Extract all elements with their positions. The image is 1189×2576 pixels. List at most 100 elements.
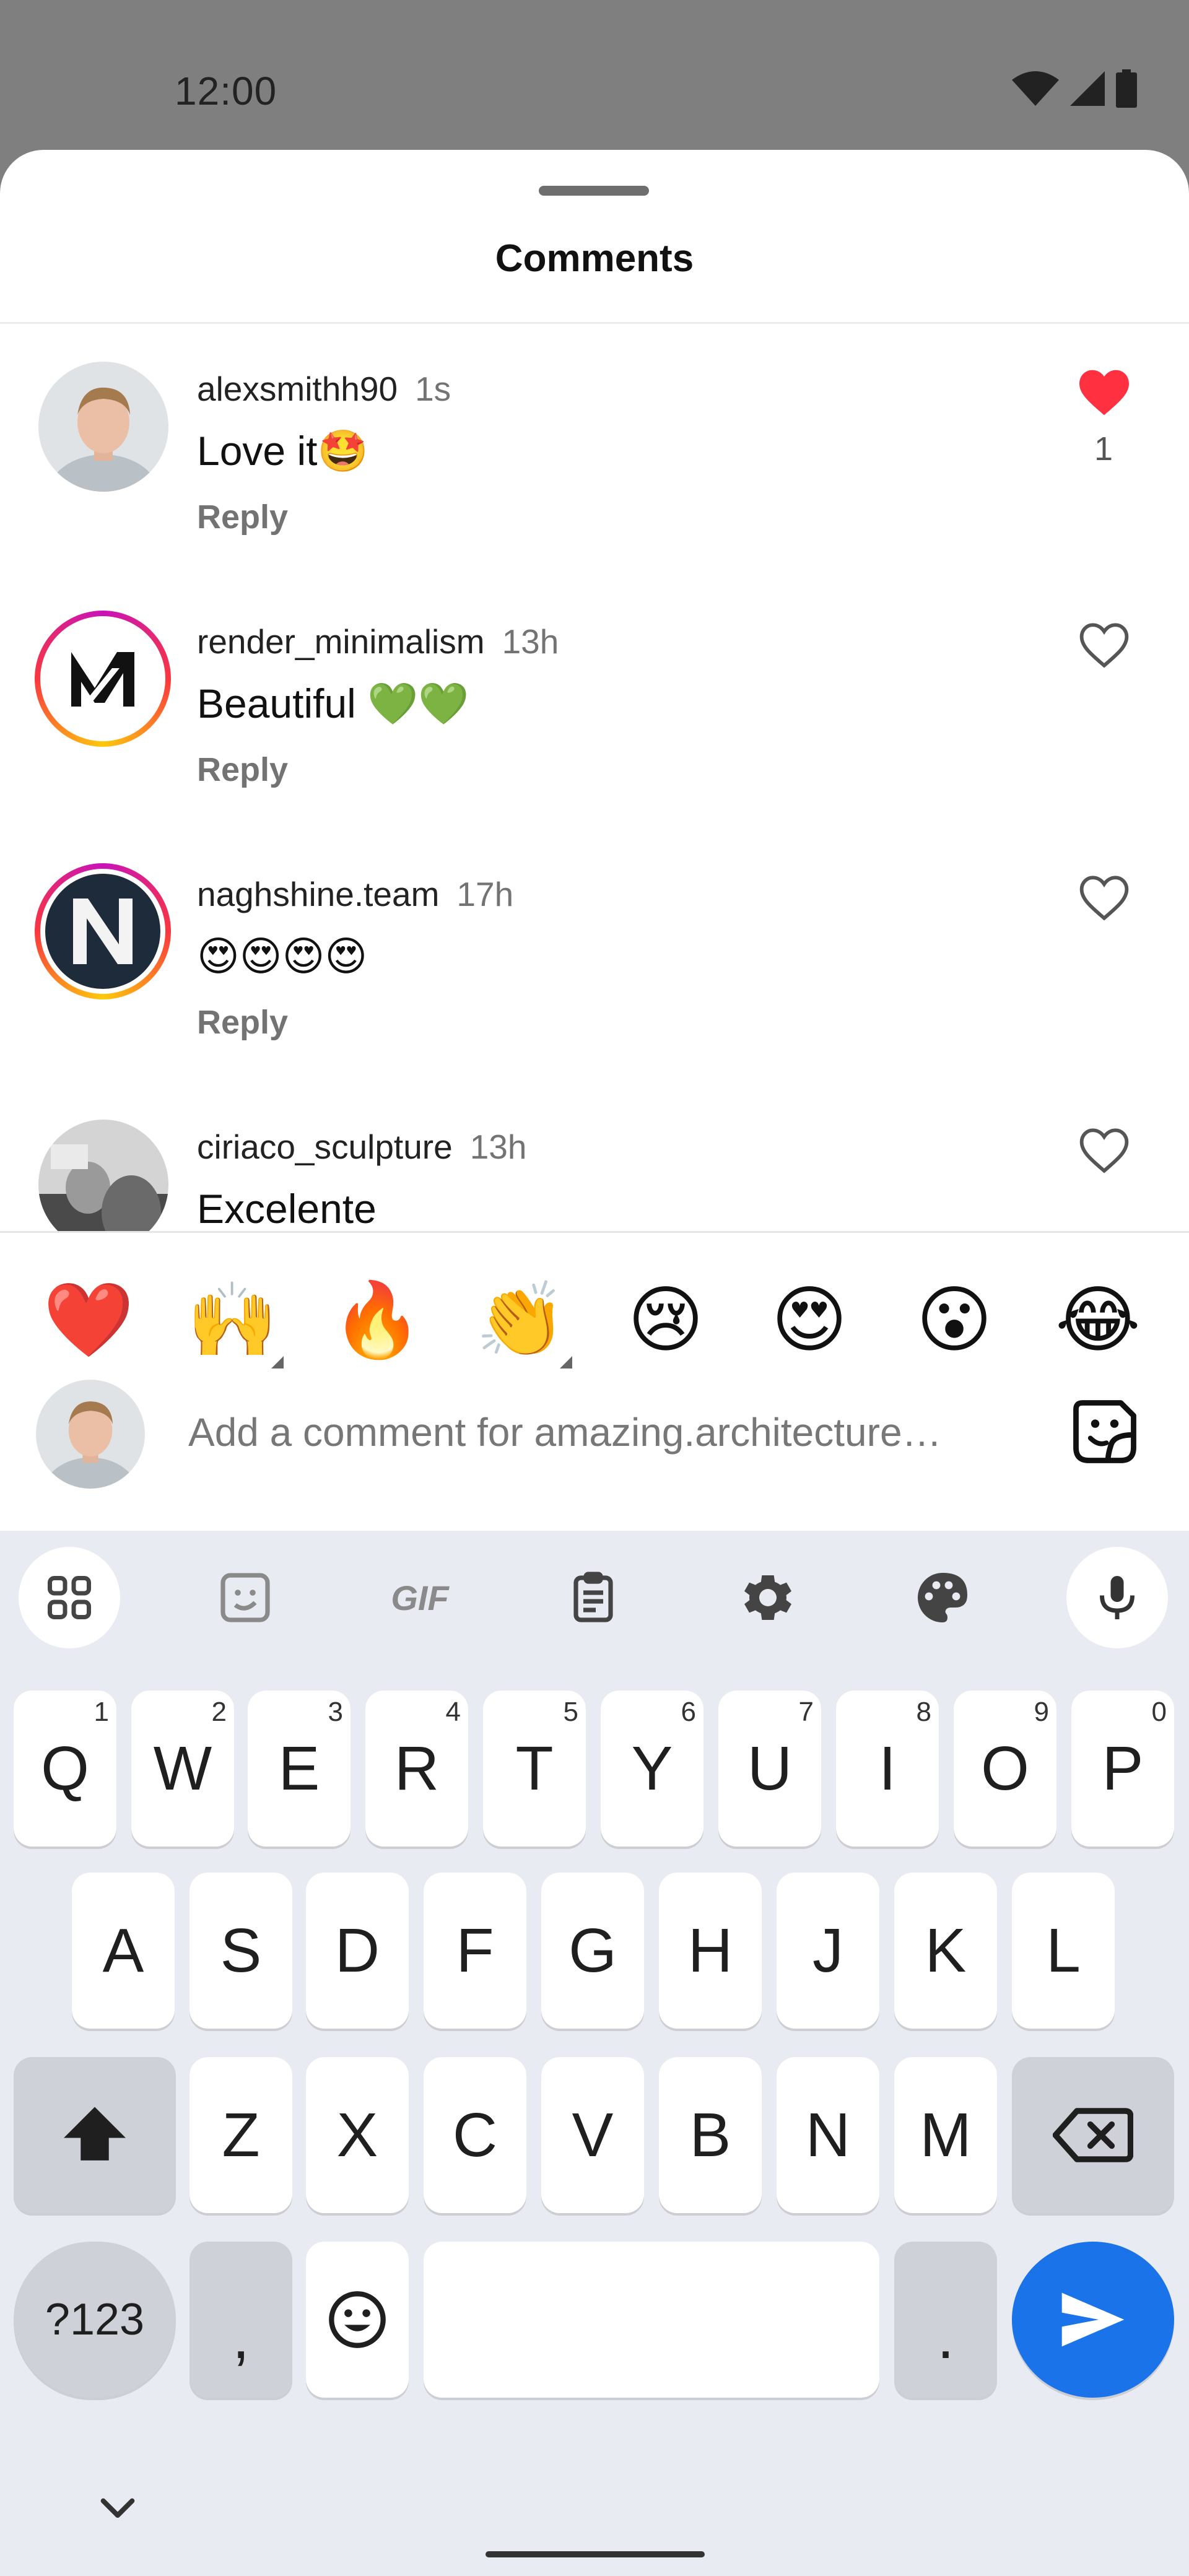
comma-key[interactable]: ,: [189, 2242, 292, 2398]
comment-item: render_minimalism 13h Beautiful 💚💚 Reply: [0, 577, 1189, 830]
reaction-laughing[interactable]: 😂: [1052, 1273, 1144, 1366]
settings-gear-icon[interactable]: [717, 1547, 819, 1648]
comment-text: Excelente: [197, 1186, 377, 1232]
comment-username[interactable]: alexsmithh90 1s: [197, 369, 451, 409]
heart-outline-icon[interactable]: [1076, 873, 1132, 923]
avatar[interactable]: [38, 362, 168, 492]
apps-grid-icon[interactable]: [19, 1547, 120, 1648]
reaction-surprised[interactable]: 😮: [908, 1273, 1001, 1366]
clipboard-icon[interactable]: [542, 1547, 644, 1648]
key-z[interactable]: Z: [189, 2057, 292, 2213]
battery-icon: [1116, 69, 1137, 108]
key-g[interactable]: G: [541, 1873, 644, 2029]
sticker-icon[interactable]: [194, 1547, 296, 1648]
shift-arrow-icon: [64, 2107, 126, 2160]
avatar[interactable]: [38, 1120, 168, 1232]
key-t[interactable]: T5: [483, 1690, 586, 1847]
space-key[interactable]: [424, 2242, 879, 2398]
key-j[interactable]: J: [777, 1873, 879, 2029]
shift-key[interactable]: [14, 2057, 176, 2213]
backspace-key[interactable]: [1012, 2057, 1174, 2213]
gesture-nav-handle[interactable]: [486, 2551, 705, 2557]
symbols-key[interactable]: ?123: [14, 2242, 176, 2398]
key-e[interactable]: E3: [248, 1690, 351, 1847]
status-icons: [1012, 69, 1137, 108]
logo-icon: [73, 899, 133, 964]
key-r[interactable]: R4: [365, 1690, 468, 1847]
backspace-icon: [1053, 2108, 1133, 2162]
reply-button[interactable]: Reply: [197, 751, 288, 789]
comment-time: 17h: [456, 875, 514, 913]
comment-time: 1s: [415, 370, 451, 408]
comment-item: naghshine.team 17h 😍😍😍😍 Reply: [0, 830, 1189, 1082]
comment-input[interactable]: [188, 1398, 1018, 1466]
comment-username[interactable]: naghshine.team 17h: [197, 874, 513, 914]
reaction-clapping[interactable]: 👏: [474, 1273, 572, 1368]
key-a[interactable]: A: [72, 1873, 175, 2029]
reaction-heart-eyes[interactable]: 😍: [763, 1273, 856, 1366]
key-b[interactable]: B: [659, 2057, 762, 2213]
avatar[interactable]: [36, 1380, 145, 1489]
key-u[interactable]: U7: [718, 1690, 821, 1847]
emoji-smile-icon: [329, 2291, 386, 2348]
comment-username[interactable]: ciriaco_sculpture 13h: [197, 1127, 526, 1167]
comment-username[interactable]: render_minimalism 13h: [197, 622, 559, 661]
key-y[interactable]: Y6: [601, 1690, 703, 1847]
status-time: 12:00: [175, 69, 277, 113]
key-v[interactable]: V: [541, 2057, 644, 2213]
key-k[interactable]: K: [894, 1873, 997, 2029]
heart-outline-icon[interactable]: [1076, 620, 1132, 670]
key-n[interactable]: N: [777, 2057, 879, 2213]
drag-handle[interactable]: [539, 186, 649, 196]
emoji-key[interactable]: [306, 2242, 409, 2398]
divider: [0, 322, 1189, 324]
chevron-down-icon[interactable]: [93, 2491, 142, 2528]
reaction-heart[interactable]: ❤️: [42, 1273, 135, 1366]
key-o[interactable]: O9: [954, 1690, 1056, 1847]
divider: [0, 1231, 1189, 1233]
logo-icon: [71, 652, 134, 707]
signal-icon: [1070, 71, 1105, 106]
like-count: 1: [1094, 430, 1113, 468]
comment-text: 😍😍😍😍: [197, 933, 368, 979]
gif-icon[interactable]: GIF: [369, 1547, 471, 1648]
key-l[interactable]: L: [1012, 1873, 1115, 2029]
comment-list[interactable]: alexsmithh90 1s Love it🤩 Reply 1 render_m…: [0, 324, 1189, 1232]
reaction-fire[interactable]: 🔥: [331, 1273, 424, 1366]
reply-button[interactable]: Reply: [197, 1003, 288, 1042]
key-q[interactable]: Q1: [14, 1690, 116, 1847]
key-w[interactable]: W2: [131, 1690, 234, 1847]
avatar[interactable]: [35, 611, 171, 747]
key-d[interactable]: D: [306, 1873, 409, 2029]
comment-item: ciriaco_sculpture 13h Excelente: [0, 1082, 1189, 1232]
period-key[interactable]: .: [894, 2242, 997, 2398]
key-x[interactable]: X: [306, 2057, 409, 2213]
sticker-icon[interactable]: [1066, 1393, 1143, 1470]
key-m[interactable]: M: [894, 2057, 997, 2213]
heart-outline-icon[interactable]: [1076, 1126, 1132, 1175]
heart-filled-icon[interactable]: [1076, 368, 1132, 417]
palette-icon[interactable]: [892, 1547, 993, 1648]
key-i[interactable]: I8: [836, 1690, 939, 1847]
key-c[interactable]: C: [424, 2057, 526, 2213]
microphone-icon[interactable]: [1066, 1547, 1168, 1648]
keyboard: GIF Q1 W2 E3 R4 T5 Y6 U7 I8 O9 P0 A S D …: [0, 1531, 1189, 2576]
send-key[interactable]: [1012, 2242, 1174, 2398]
key-h[interactable]: H: [659, 1873, 762, 2029]
wifi-icon: [1012, 71, 1059, 106]
reply-button[interactable]: Reply: [197, 498, 288, 536]
reaction-crying[interactable]: 😢: [619, 1273, 712, 1366]
send-arrow-icon: [1061, 2292, 1125, 2347]
keyboard-toolbar: GIF: [0, 1547, 1189, 1652]
comment-text: Beautiful 💚💚: [197, 681, 469, 726]
quick-reactions: ❤️ 🙌 🔥 👏 😢 😍 😮 😂: [0, 1234, 1189, 1380]
key-s[interactable]: S: [189, 1873, 292, 2029]
comment-time: 13h: [469, 1128, 527, 1166]
comment-time: 13h: [502, 622, 559, 661]
comments-sheet: Comments alexsmithh90 1s Love it🤩 Reply 1: [0, 150, 1189, 1531]
reaction-raising-hands[interactable]: 🙌: [186, 1273, 284, 1368]
avatar[interactable]: [35, 863, 171, 999]
key-p[interactable]: P0: [1071, 1690, 1174, 1847]
key-f[interactable]: F: [424, 1873, 526, 2029]
sheet-title: Comments: [495, 237, 694, 280]
